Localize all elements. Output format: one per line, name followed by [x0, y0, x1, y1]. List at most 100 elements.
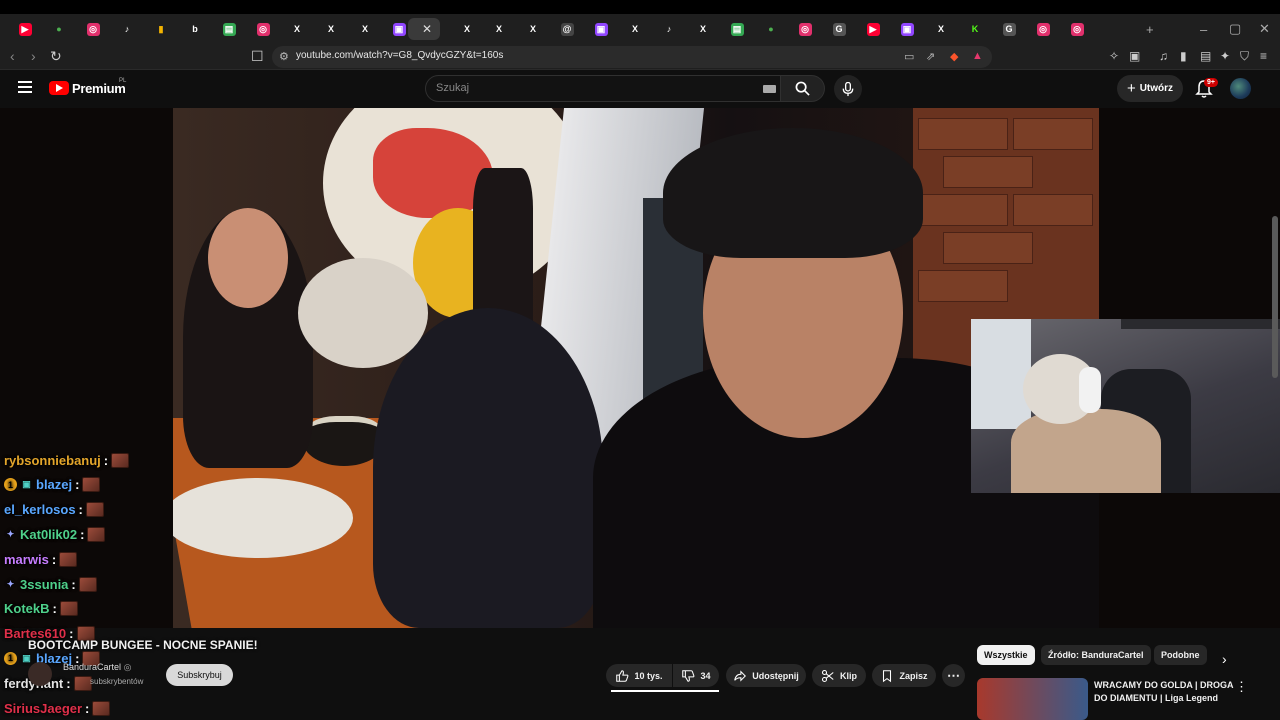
- rewards-icon[interactable]: ▲: [972, 50, 983, 62]
- browser-tab-kick[interactable]: K: [960, 18, 990, 40]
- recommendation-title[interactable]: WRACAMY DO GOLDA | DROGA DO DIAMENTU | L…: [1094, 679, 1234, 705]
- browser-tab-threads[interactable]: @: [552, 18, 582, 40]
- chat-message: el_kerlosos:: [4, 500, 104, 520]
- chat-username[interactable]: rybsonniebanuj: [4, 453, 101, 468]
- subscribe-button[interactable]: Subskrybuj: [166, 664, 233, 686]
- create-button[interactable]: + Utwórz: [1117, 75, 1183, 102]
- browser-tab-tiktok[interactable]: ♪: [654, 18, 684, 40]
- browser-tab-maps[interactable]: ●: [756, 18, 786, 40]
- browser-tab-twitch[interactable]: ▣: [586, 18, 616, 40]
- reader-icon[interactable]: ▣: [1129, 49, 1140, 63]
- puzzle-icon[interactable]: ✧: [1109, 49, 1119, 63]
- instagram-icon: ◎: [256, 22, 270, 36]
- voice-search-button[interactable]: [834, 75, 862, 103]
- dislike-button[interactable]: 34: [673, 664, 719, 687]
- chevron-right-icon[interactable]: ›: [1222, 651, 1227, 667]
- sheets-icon: ▤: [730, 22, 744, 36]
- chat-username[interactable]: 3ssunia: [20, 577, 68, 592]
- wallet-icon[interactable]: ▤: [1200, 49, 1211, 63]
- channel-name[interactable]: BanduraCartel ◎: [63, 662, 131, 673]
- minimize-icon[interactable]: –: [1200, 14, 1207, 44]
- browser-tab-maps[interactable]: ●: [44, 18, 74, 40]
- back-icon[interactable]: ‹: [10, 48, 15, 64]
- maximize-icon[interactable]: ▢: [1229, 14, 1241, 44]
- browser-tab-sheets[interactable]: ▤: [214, 18, 244, 40]
- recommendation-thumbnail[interactable]: [977, 678, 1088, 720]
- browser-tab-google[interactable]: G: [824, 18, 854, 40]
- chat-username[interactable]: blazej: [36, 477, 72, 492]
- browser-tab-x[interactable]: X: [316, 18, 346, 40]
- share-icon[interactable]: ⇗: [926, 50, 935, 63]
- chat-username[interactable]: SiriusJaeger: [4, 701, 82, 716]
- close-window-icon[interactable]: ✕: [1259, 14, 1270, 44]
- keyboard-icon[interactable]: [763, 85, 776, 93]
- browser-tab-instagram[interactable]: ◎: [790, 18, 820, 40]
- chat-separator: :: [80, 526, 85, 542]
- save-button[interactable]: Zapisz: [872, 664, 936, 687]
- music-icon[interactable]: ♫: [1159, 49, 1168, 63]
- shield-icon[interactable]: ⛉: [1240, 49, 1249, 64]
- browser-tab-instagram[interactable]: ◎: [248, 18, 278, 40]
- menu-icon[interactable]: ≡: [1260, 49, 1267, 63]
- browser-tab-x[interactable]: X: [484, 18, 514, 40]
- browser-tab-tiktok[interactable]: ♪: [112, 18, 142, 40]
- youtube-logo-icon[interactable]: [49, 81, 69, 95]
- person-left-face: [208, 208, 288, 308]
- browser-tab-x[interactable]: X: [282, 18, 312, 40]
- browser-tab-flag[interactable]: ▮: [146, 18, 176, 40]
- cast-icon[interactable]: ▭: [904, 50, 914, 63]
- x-icon: X: [327, 23, 334, 34]
- browser-tab-instagram[interactable]: ◎: [1062, 18, 1092, 40]
- chat-username[interactable]: KotekB: [4, 601, 50, 616]
- browser-tab-google[interactable]: G: [994, 18, 1024, 40]
- browser-tab-b[interactable]: b: [180, 18, 210, 40]
- share-button[interactable]: Udostępnij: [726, 664, 806, 687]
- chat-emote: [87, 526, 106, 542]
- search-input[interactable]: [436, 82, 736, 94]
- browser-tab-youtube[interactable]: ▶: [10, 18, 40, 40]
- browser-tab-instagram[interactable]: ◎: [1028, 18, 1058, 40]
- chip-source-channel[interactable]: Źródło: BanduraCartel: [1041, 645, 1151, 665]
- browser-tab-youtube[interactable]: ▶: [858, 18, 888, 40]
- more-actions-button[interactable]: ⋯: [942, 664, 965, 687]
- browser-tab-x[interactable]: X: [350, 18, 380, 40]
- like-button[interactable]: 10 tys.: [606, 664, 672, 687]
- chat-username[interactable]: marwis: [4, 552, 49, 567]
- chat-separator: :: [75, 477, 80, 493]
- browser-tab-x[interactable]: X: [452, 18, 482, 40]
- guide-menu-icon[interactable]: [18, 81, 32, 93]
- twitch-icon: ▣: [900, 22, 914, 36]
- close-tab-icon[interactable]: ✕: [422, 18, 436, 40]
- browser-tab-twitch[interactable]: ▣: [892, 18, 922, 40]
- search-button[interactable]: [781, 75, 825, 102]
- brave-shield-icon[interactable]: ◆: [950, 50, 958, 63]
- bookmark-icon[interactable]: ☐: [251, 48, 264, 65]
- chip-similar[interactable]: Podobne: [1154, 645, 1207, 665]
- recommendation-menu-icon[interactable]: ⋮: [1235, 679, 1248, 695]
- chat-username[interactable]: Kat0lik02: [20, 527, 77, 542]
- url-field[interactable]: ⚙ youtube.com/watch?v=G8_QvdycGZY&t=160s…: [272, 46, 992, 68]
- person-middle-hair: [298, 258, 428, 368]
- page-scrollbar[interactable]: [1272, 216, 1278, 378]
- browser-tab-x[interactable]: X: [926, 18, 956, 40]
- account-avatar[interactable]: [1230, 78, 1251, 99]
- youtube-premium-label[interactable]: Premium: [72, 81, 126, 96]
- browser-tab-instagram[interactable]: ◎: [78, 18, 108, 40]
- x-icon: X: [495, 23, 502, 34]
- chip-all[interactable]: Wszystkie: [977, 645, 1035, 665]
- browser-tab-sheets[interactable]: ▤: [722, 18, 752, 40]
- sub-badge-icon: 1: [4, 478, 17, 492]
- site-info-icon[interactable]: ⚙: [279, 50, 289, 63]
- new-tab-button[interactable]: +: [1146, 14, 1154, 44]
- channel-avatar[interactable]: [28, 662, 52, 686]
- browser-tab-x[interactable]: X: [620, 18, 650, 40]
- browser-tab-x[interactable]: X: [518, 18, 548, 40]
- chat-username[interactable]: el_kerlosos: [4, 502, 76, 517]
- leo-icon[interactable]: ✦: [1220, 49, 1230, 63]
- sidebar-icon[interactable]: ▮: [1180, 49, 1187, 63]
- brick: [943, 156, 1033, 188]
- browser-tab-x[interactable]: X: [688, 18, 718, 40]
- reload-icon[interactable]: ↻: [50, 48, 62, 65]
- forward-icon[interactable]: ›: [31, 48, 36, 64]
- clip-button[interactable]: Klip: [812, 664, 866, 687]
